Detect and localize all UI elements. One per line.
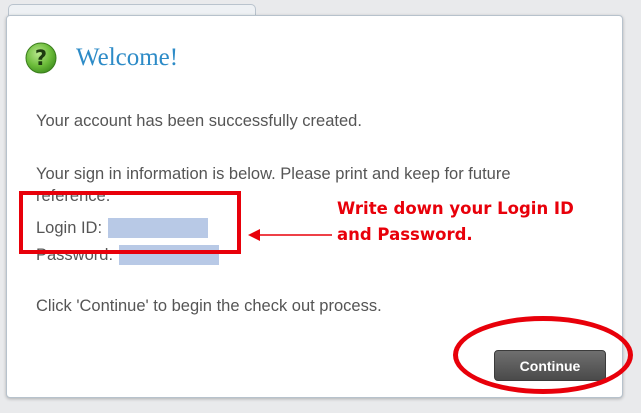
- annotation-arrow: [248, 229, 332, 241]
- continue-button[interactable]: Continue: [494, 350, 606, 381]
- credentials-highlight-box: [19, 191, 241, 254]
- svg-text:?: ?: [35, 46, 47, 70]
- success-message: Your account has been successfully creat…: [36, 112, 362, 130]
- annotation-line-2: and Password.: [337, 225, 473, 244]
- dialog-header: ? Welcome!: [25, 40, 178, 76]
- help-icon: ?: [25, 42, 57, 74]
- annotation-line-1: Write down your Login ID: [337, 199, 574, 218]
- dialog-title: Welcome!: [76, 44, 179, 71]
- continue-instruction: Click 'Continue' to begin the check out …: [36, 297, 382, 315]
- annotation-text: Write down your Login ID and Password.: [337, 196, 574, 248]
